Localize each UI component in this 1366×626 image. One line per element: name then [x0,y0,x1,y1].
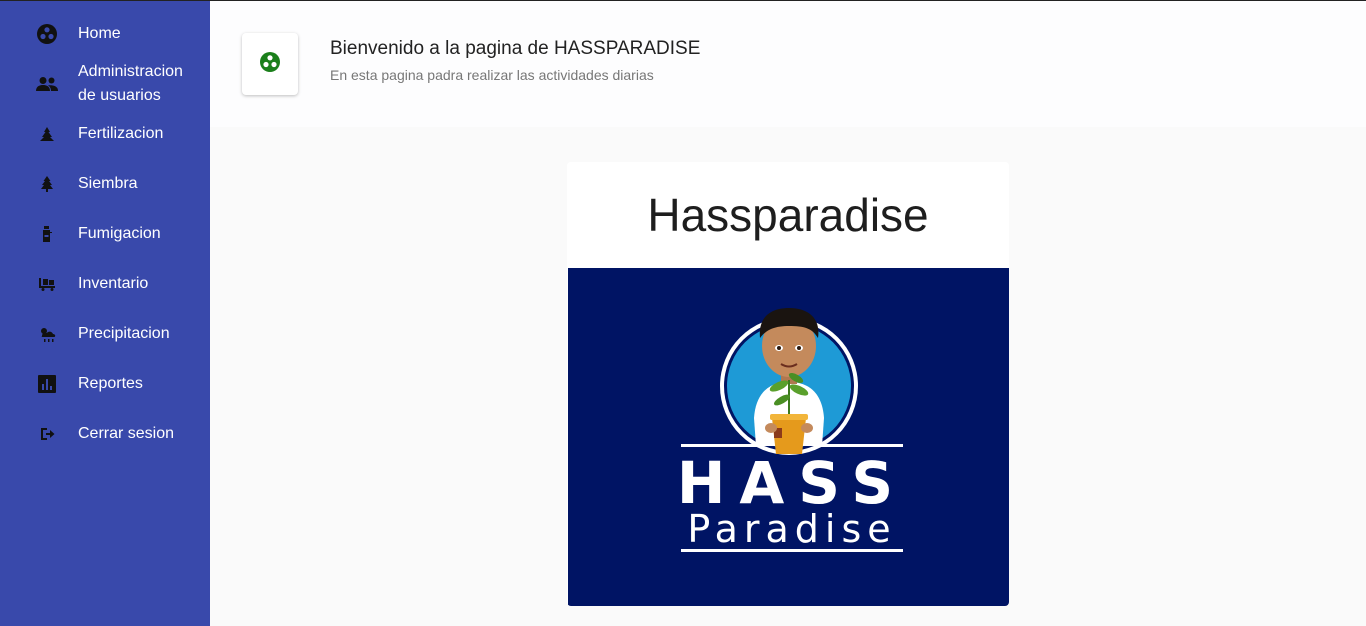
sidebar-item-reportes[interactable]: Reportes [0,372,210,396]
page-subtitle: En esta pagina padra realizar las activi… [330,67,654,83]
sidebar-item-label: Cerrar sesion [78,425,175,442]
hass-paradise-logo: HASS Paradise [568,268,1009,606]
sidebar-item-label: Precipitacion [78,325,170,342]
inventory-icon [36,273,58,295]
header-icon-box [242,33,298,95]
page-title: Bienvenido a la pagina de HASSPARADISE [330,38,701,59]
sidebar-item-fertilizacion[interactable]: Fertilizacion [0,122,210,146]
sidebar-item-siembra[interactable]: Siembra [0,172,210,196]
card-title: Hassparadise [647,189,929,241]
sidebar-item-label: Reportes [78,375,143,392]
sidebar-item-label: Inventario [78,275,149,292]
sidebar-item-fumigacion[interactable]: Fumigacion [0,222,210,246]
sidebar-item-users[interactable]: Administracion de usuarios [0,60,210,108]
sidebar: Home Administracion de usuarios Fertiliz… [0,1,210,626]
spray-icon [36,223,58,245]
sidebar-item-label: Fumigacion [78,225,161,242]
sidebar-item-inventario[interactable]: Inventario [0,272,210,296]
welcome-card: Hassparadise HASS Paradise [567,162,1009,606]
page-header: Bienvenido a la pagina de HASSPARADISE E… [210,1,1366,127]
bubble-chart-icon [259,51,281,78]
sidebar-item-label: Administracion de usuarios [78,63,183,104]
users-icon [36,73,58,95]
home-icon [36,23,58,45]
logo-text-paradise: Paradise [687,507,896,551]
weather-icon [36,323,58,345]
tree-icon [36,173,58,195]
sidebar-item-logout[interactable]: Cerrar sesion [0,422,210,446]
sidebar-item-label: Fertilizacion [78,125,164,142]
sidebar-item-label: Siembra [78,175,138,192]
sidebar-item-label: Home [78,25,121,42]
sidebar-item-home[interactable]: Home [0,22,210,46]
logout-icon [36,423,58,445]
fertilizer-icon [36,123,58,145]
sidebar-item-precipitacion[interactable]: Precipitacion [0,322,210,346]
chart-icon [36,373,58,395]
top-border [0,0,1366,1]
